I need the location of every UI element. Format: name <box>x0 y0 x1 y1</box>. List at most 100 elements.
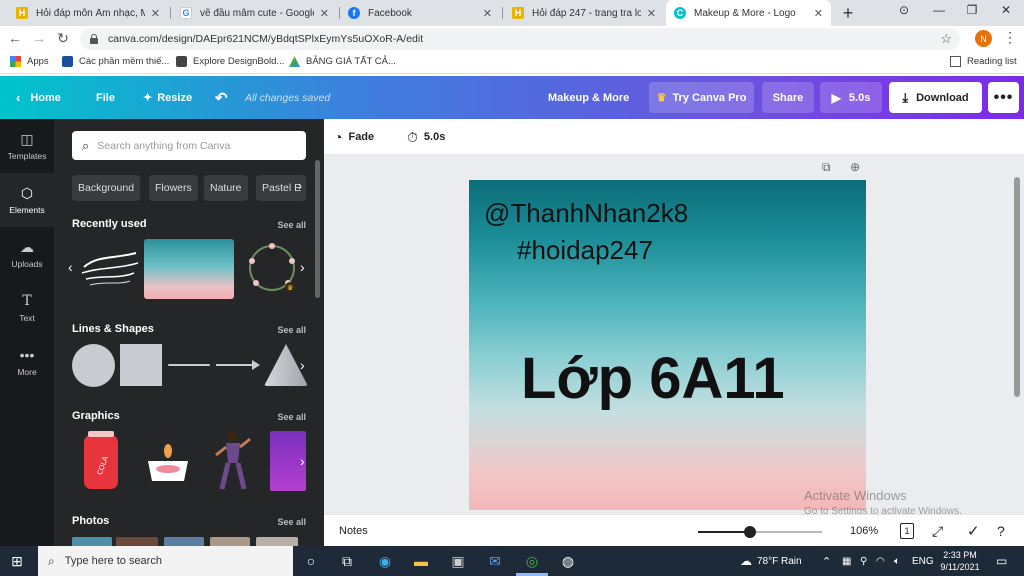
bookmark-star-icon[interactable]: ☆ <box>940 31 952 47</box>
design-page[interactable]: @ThanhNhan2k8 #hoidap247 Lớp 6A11 <box>469 180 866 510</box>
new-tab-icon[interactable]: + <box>838 3 858 24</box>
notes-button[interactable]: Notes <box>339 515 368 547</box>
line-shape[interactable] <box>168 364 210 366</box>
bookmark-item[interactable]: Các phần mềm thiế... <box>62 56 169 67</box>
chevron-right-icon[interactable]: › <box>298 179 302 193</box>
bookmark-item[interactable]: Explore DesignBold... <box>176 56 284 67</box>
resize-button[interactable]: ✦ Resize <box>143 76 192 119</box>
square-shape[interactable] <box>120 344 162 386</box>
cola-can-graphic[interactable]: COLA <box>80 431 124 493</box>
undo-icon[interactable]: ↶ <box>215 76 228 119</box>
photo-thumbnail[interactable] <box>116 537 158 546</box>
canva-app-icon[interactable]: ◍ <box>557 550 579 572</box>
close-icon[interactable]: ✕ <box>483 7 492 20</box>
show-hidden-icons[interactable]: ⌃ <box>822 546 831 576</box>
more-options-icon[interactable]: ••• <box>988 82 1019 113</box>
back-icon[interactable]: ← <box>6 30 24 46</box>
search-box[interactable]: ⌕ <box>72 131 306 160</box>
network-icon[interactable]: ▦ <box>842 546 851 576</box>
search-input[interactable] <box>97 139 288 152</box>
zoom-slider[interactable] <box>698 526 822 538</box>
design-title[interactable]: Makeup & More <box>548 76 629 119</box>
edge-icon[interactable]: ◉ <box>374 550 396 572</box>
weather-widget[interactable]: ☁ 78°F Rain <box>740 546 802 576</box>
chip-background[interactable]: Background <box>72 175 141 201</box>
see-all-link[interactable]: See all <box>277 325 306 335</box>
photo-thumbnail[interactable] <box>164 537 204 546</box>
see-all-link[interactable]: See all <box>277 220 306 230</box>
minimize-icon[interactable]: — <box>925 3 953 17</box>
profile-avatar[interactable]: N <box>975 30 992 47</box>
notification-icon[interactable]: ▭ <box>996 546 1007 576</box>
panel-scrollbar[interactable] <box>315 160 320 298</box>
see-all-link[interactable]: See all <box>277 517 306 527</box>
photo-thumbnail[interactable] <box>256 537 298 546</box>
design-text-hashtag[interactable]: #hoidap247 <box>517 235 653 266</box>
zoom-level[interactable]: 106% <box>850 515 878 547</box>
profile-menu-icon[interactable]: ⊙ <box>890 3 918 17</box>
chevron-right-icon[interactable]: › <box>300 357 305 373</box>
see-all-link[interactable]: See all <box>277 412 306 422</box>
check-circle-icon[interactable]: ✓ <box>967 515 980 547</box>
browser-tab[interactable]: f Facebook ✕ <box>340 0 500 26</box>
add-page-icon[interactable]: ⊕ <box>850 160 860 174</box>
try-canva-pro-button[interactable]: ♛ Try Canva Pro <box>649 82 754 113</box>
page-count-button[interactable]: 1 <box>900 515 914 547</box>
chrome-icon[interactable]: ◎ <box>521 550 543 572</box>
input-language[interactable]: ENG <box>912 546 934 576</box>
close-icon[interactable]: ✕ <box>647 7 656 20</box>
file-explorer-icon[interactable]: ▬ <box>410 550 432 572</box>
photo-thumbnail[interactable] <box>210 537 250 546</box>
rail-item-uploads[interactable]: ☁ Uploads <box>0 227 54 281</box>
close-window-icon[interactable]: ✕ <box>992 3 1020 17</box>
forward-icon[interactable]: → <box>30 30 48 46</box>
cortana-icon[interactable]: ○ <box>300 550 322 572</box>
reading-list-button[interactable]: Reading list <box>950 56 1017 67</box>
rail-item-text[interactable]: T Text <box>0 281 54 335</box>
store-icon[interactable]: ▣ <box>447 550 469 572</box>
rail-item-elements[interactable]: ⬡ Elements <box>0 173 54 227</box>
browser-tab-active[interactable]: C Makeup & More - Logo ✕ <box>666 0 831 26</box>
close-icon[interactable]: ✕ <box>320 7 329 20</box>
help-icon[interactable]: ? <box>997 515 1005 547</box>
mail-icon[interactable]: ✉ <box>484 550 506 572</box>
close-icon[interactable]: ✕ <box>151 7 160 20</box>
home-button[interactable]: ‹ Home <box>16 76 61 119</box>
sync-icon[interactable]: ⚲ <box>860 546 867 576</box>
fullscreen-icon[interactable]: ⤢ <box>932 515 943 547</box>
design-text-handle[interactable]: @ThanhNhan2k8 <box>484 198 688 229</box>
reload-icon[interactable]: ↻ <box>54 30 72 47</box>
taskbar-search[interactable]: ⌕ Type here to search <box>38 546 293 576</box>
bookmark-apps[interactable]: Apps <box>10 56 49 67</box>
candle-bowl-graphic[interactable] <box>144 437 192 487</box>
rail-item-more[interactable]: ••• More <box>0 335 54 389</box>
browser-tab[interactable]: H Hỏi đáp 247 - trang tra loi ✕ <box>504 0 664 26</box>
brush-stroke-graphic[interactable] <box>80 245 140 295</box>
circle-shape[interactable] <box>72 344 115 387</box>
photo-thumbnail[interactable] <box>72 537 112 546</box>
zoom-slider-handle[interactable] <box>744 526 757 538</box>
sky-photo-thumbnail[interactable] <box>144 239 234 299</box>
bookmark-item[interactable]: BẢNG GIÁ TẤT CẢ... <box>289 56 396 67</box>
volume-icon[interactable]: 🔈︎ <box>894 546 900 576</box>
browser-tab[interactable]: G vẽ đầu mâm cute - Google Ti ✕ <box>172 0 337 26</box>
close-icon[interactable]: ✕ <box>814 7 823 20</box>
play-button[interactable]: ▶ 5.0s <box>820 82 882 113</box>
workspace-scrollbar[interactable] <box>1014 177 1020 397</box>
download-button[interactable]: ⤓ Download <box>889 82 982 113</box>
browser-tab[interactable]: H Hỏi đáp môn Âm nhạc, Mỹ th ✕ <box>8 0 168 26</box>
arrow-line-shape[interactable] <box>216 357 260 373</box>
browser-menu-icon[interactable]: ⋮ <box>1003 29 1017 46</box>
timing-button[interactable]: ⏱ 5.0s <box>407 119 445 155</box>
woman-dancing-graphic[interactable] <box>214 429 254 493</box>
share-button[interactable]: Share <box>762 82 814 113</box>
rail-item-templates[interactable]: ◫ Templates <box>0 119 54 173</box>
file-menu[interactable]: File <box>96 76 115 119</box>
animate-button[interactable]: ◔ Fade <box>334 119 374 155</box>
windows-start-icon[interactable]: ⊞ <box>6 550 28 572</box>
restore-icon[interactable]: ❐ <box>958 3 986 17</box>
chip-nature[interactable]: Nature <box>204 175 248 201</box>
url-field[interactable]: canva.com/design/DAEpr621NCM/yBdqtSPlxEy… <box>80 28 960 50</box>
wifi-icon[interactable]: ◠ <box>876 546 885 576</box>
system-clock[interactable]: 2:33 PM 9/11/2021 <box>935 549 985 573</box>
